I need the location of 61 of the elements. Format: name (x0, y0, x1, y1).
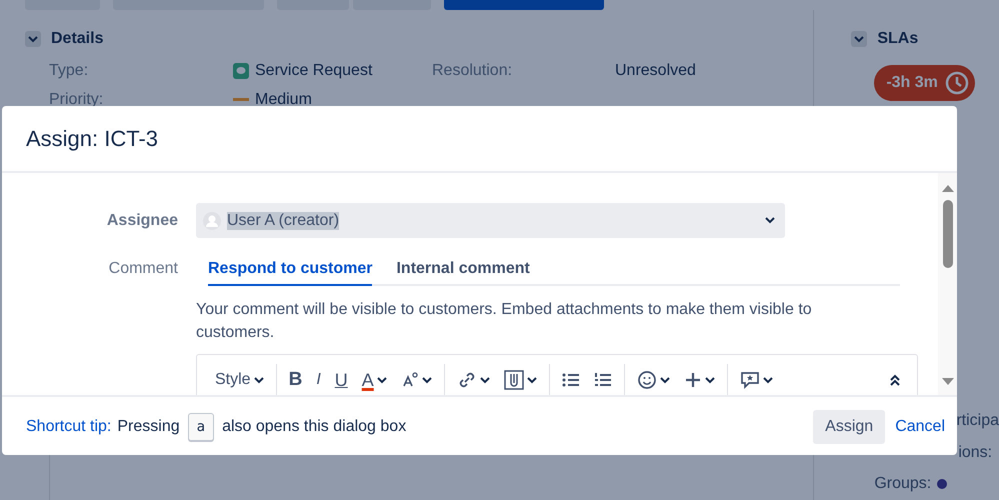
section-toggle[interactable] (851, 31, 868, 47)
caret-icon (660, 376, 670, 384)
shortcut-text: Pressing (117, 418, 180, 436)
field-value: Service Request (255, 62, 372, 80)
keyboard-key: a (188, 413, 214, 441)
dialog-title: Assign: ICT-3 (26, 126, 158, 152)
side-label: ions: (958, 442, 994, 463)
clock-icon (944, 71, 969, 95)
style-dropdown[interactable]: Style (211, 371, 268, 389)
shortcut-tip-link[interactable]: Shortcut tip: (26, 418, 112, 436)
scroll-up-icon (942, 185, 954, 192)
paperclip-icon (504, 370, 524, 390)
numbered-list-icon (594, 372, 612, 388)
smiley-icon (636, 370, 657, 390)
assign-button[interactable]: Assign (813, 410, 886, 444)
side-label: Groups: (874, 475, 932, 494)
field-label: Comment (108, 259, 178, 279)
scroll-down-icon (942, 378, 954, 385)
plus-icon (684, 371, 702, 389)
caret-icon (376, 376, 387, 384)
scrollbar-thumb[interactable] (942, 200, 952, 268)
section-toggle[interactable] (25, 31, 41, 47)
assignee-value: User A (creator) (227, 212, 340, 230)
chevron-icon (765, 217, 775, 224)
medium-priority-icon (233, 98, 249, 102)
scrollbar[interactable] (938, 173, 957, 395)
bold-button[interactable]: B (284, 369, 306, 391)
text-effects-icon (400, 371, 419, 389)
text-color-button[interactable]: A (358, 370, 391, 390)
avatar-icon (203, 212, 221, 230)
caret-icon (254, 376, 264, 384)
caret-icon (480, 376, 490, 384)
double-chevron-up-icon (889, 373, 901, 387)
sla-timer-badge: -3h 3m (874, 65, 975, 101)
caret-icon (704, 376, 715, 384)
cancel-link[interactable]: Cancel (895, 418, 945, 436)
chevron-icon (28, 36, 38, 42)
speech-bubble-star-icon (740, 370, 760, 390)
caret-icon (422, 376, 432, 384)
field-value: Unresolved (615, 62, 696, 80)
shortcut-text: also opens this dialog box (222, 418, 406, 436)
field-label: Assignee (106, 211, 178, 231)
section-title: Details (51, 30, 104, 48)
field-label: Resolution: (432, 62, 514, 80)
speech-bubble-icon (233, 63, 249, 79)
assignee-select[interactable]: User A (creator) (196, 203, 785, 238)
side-label: rticipa (956, 410, 999, 431)
visibility-notice: Your comment will be visible to customers. Embed attachments to make them visible to customers. (196, 300, 813, 343)
status-dot-icon (937, 479, 948, 490)
field-label: Type: (49, 62, 90, 80)
field-label: Priority: (49, 91, 104, 109)
comment-tab[interactable]: Internal comment (396, 258, 530, 286)
comment-tab[interactable]: Respond to customer (208, 258, 372, 286)
chevron-icon (854, 36, 864, 42)
caret-icon (762, 376, 773, 384)
italic-button[interactable]: I (312, 371, 325, 389)
caret-icon (526, 376, 537, 384)
bullet-list-icon (562, 372, 580, 388)
underline-button[interactable]: U (330, 370, 352, 390)
field-value: Medium (255, 91, 312, 109)
section-title: SLAs (877, 30, 918, 48)
